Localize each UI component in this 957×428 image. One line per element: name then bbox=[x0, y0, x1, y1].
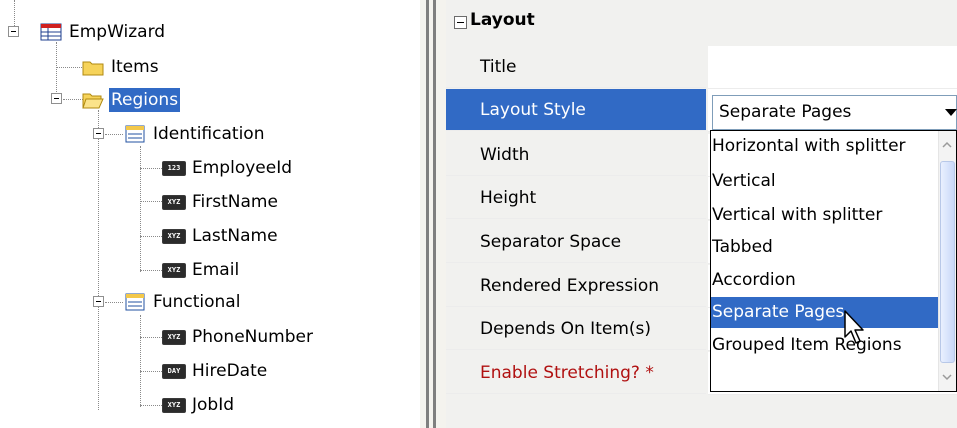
select-option[interactable]: Accordion bbox=[711, 265, 940, 296]
layout-style-options: Horizontal with splitter Vertical Vertic… bbox=[710, 130, 957, 392]
scroll-up-icon[interactable] bbox=[939, 137, 955, 153]
panel-splitter[interactable] bbox=[420, 0, 446, 428]
navigator-tree: EmpWizard Items Regions Identification 1… bbox=[0, 0, 420, 428]
tree-node-item[interactable]: XYZ LastName bbox=[162, 221, 280, 251]
scroll-thumb[interactable] bbox=[940, 161, 955, 363]
tree-node-label: EmpWizard bbox=[69, 22, 166, 42]
tree-node-label: FirstName bbox=[192, 192, 278, 212]
tree-node-item[interactable]: XYZ FirstName bbox=[162, 187, 280, 217]
open-folder-icon bbox=[82, 91, 104, 109]
tree-line bbox=[105, 302, 123, 303]
property-name: Enable Stretching? * bbox=[446, 352, 706, 394]
select-option[interactable]: Grouped Item Regions bbox=[711, 330, 940, 361]
folder-icon bbox=[82, 58, 104, 76]
tree-line bbox=[105, 134, 123, 135]
region-icon bbox=[124, 125, 146, 143]
collapse-toggle-identification[interactable] bbox=[93, 128, 104, 139]
tree-line bbox=[140, 405, 162, 406]
property-name: Title bbox=[446, 46, 706, 88]
tree-line bbox=[140, 168, 162, 169]
tree-node-items[interactable]: Items bbox=[82, 52, 161, 82]
property-name: Width bbox=[446, 134, 706, 176]
tree-node-item[interactable]: XYZ JobId bbox=[162, 390, 236, 420]
property-name: Depends On Item(s) bbox=[446, 308, 706, 350]
tree-node-label: EmployeeId bbox=[192, 158, 292, 178]
tree-node-item[interactable]: XYZ PhoneNumber bbox=[162, 322, 315, 352]
collapse-toggle-functional[interactable] bbox=[93, 296, 104, 307]
tree-node-label: LastName bbox=[192, 226, 278, 246]
tree-node-identification[interactable]: Identification bbox=[124, 119, 266, 149]
tree-node-functional[interactable]: Functional bbox=[124, 287, 242, 317]
tree-node-item[interactable]: XYZ Email bbox=[162, 255, 241, 285]
text-item-icon: XYZ bbox=[162, 194, 186, 210]
date-item-icon: DAY bbox=[162, 363, 186, 379]
tree-node-label: Functional bbox=[153, 292, 241, 312]
layout-style-select[interactable]: Separate Pages bbox=[712, 95, 957, 130]
tree-node-item[interactable]: 123 EmployeeId bbox=[162, 153, 294, 183]
tree-line bbox=[56, 42, 57, 98]
tree-node-empwizard[interactable]: EmpWizard bbox=[40, 17, 167, 47]
collapse-toggle-empwizard[interactable] bbox=[8, 26, 19, 37]
tree-node-label: HireDate bbox=[192, 361, 268, 381]
text-item-icon: XYZ bbox=[162, 329, 186, 345]
category-label: Layout bbox=[470, 10, 535, 30]
property-value[interactable] bbox=[708, 46, 957, 89]
select-value: Separate Pages bbox=[719, 102, 852, 122]
text-item-icon: XYZ bbox=[162, 228, 186, 244]
tree-node-label: Email bbox=[192, 260, 240, 280]
select-option[interactable]: Tabbed bbox=[711, 232, 940, 263]
tree-line bbox=[56, 67, 82, 68]
table-icon bbox=[40, 23, 62, 41]
tree-node-label: PhoneNumber bbox=[192, 327, 313, 347]
property-name: Separator Space bbox=[446, 221, 706, 263]
tree-line bbox=[140, 236, 162, 237]
tree-node-regions[interactable]: Regions bbox=[82, 85, 181, 115]
tree-node-label: Identification bbox=[153, 124, 265, 144]
tree-line bbox=[140, 201, 162, 202]
select-option-selected[interactable]: Separate Pages bbox=[711, 297, 940, 328]
tree-line bbox=[140, 146, 141, 272]
tree-line bbox=[140, 315, 141, 407]
tree-line bbox=[63, 99, 83, 100]
tree-node-label: Items bbox=[111, 57, 159, 77]
splitter-bar bbox=[433, 0, 436, 428]
tree-line bbox=[140, 270, 162, 271]
tree-line bbox=[140, 337, 162, 338]
tree-line bbox=[140, 371, 162, 372]
category-layout[interactable]: Layout bbox=[446, 0, 957, 44]
text-item-icon: XYZ bbox=[162, 262, 186, 278]
scroll-down-icon[interactable] bbox=[939, 369, 955, 385]
dropdown-scrollbar[interactable] bbox=[938, 131, 956, 391]
dropdown-arrow-icon[interactable] bbox=[944, 105, 957, 119]
tree-node-label: Regions bbox=[109, 88, 181, 112]
collapse-toggle-regions[interactable] bbox=[51, 93, 62, 104]
mouse-pointer-icon bbox=[844, 310, 864, 344]
select-option[interactable]: Vertical with splitter bbox=[711, 200, 940, 231]
tree-line bbox=[98, 110, 99, 410]
region-icon bbox=[124, 293, 146, 311]
property-name: Layout Style bbox=[446, 89, 706, 131]
property-row-title[interactable]: Title bbox=[446, 46, 957, 89]
splitter-bar bbox=[426, 0, 429, 428]
select-option[interactable]: Horizontal with splitter bbox=[711, 131, 940, 162]
select-option[interactable]: Vertical bbox=[711, 166, 940, 197]
property-name: Height bbox=[446, 177, 706, 219]
text-item-icon: XYZ bbox=[162, 397, 186, 413]
tree-node-item[interactable]: DAY HireDate bbox=[162, 356, 269, 386]
tree-node-label: JobId bbox=[192, 395, 235, 415]
number-item-icon: 123 bbox=[162, 160, 186, 176]
collapse-icon[interactable] bbox=[454, 16, 467, 29]
property-name: Rendered Expression bbox=[446, 265, 706, 307]
